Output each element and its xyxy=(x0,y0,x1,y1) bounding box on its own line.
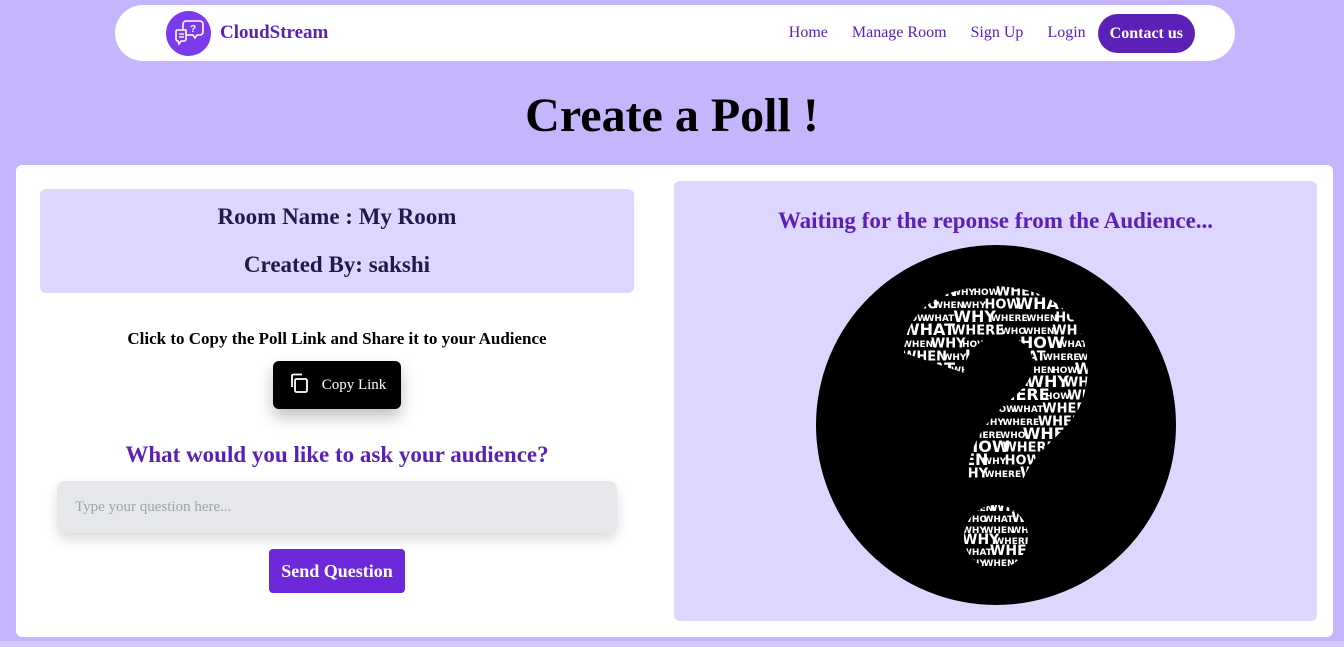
word-cloud-word: WHEN xyxy=(902,340,933,350)
brand-name: CloudStream xyxy=(220,22,329,43)
question-mark-word-cloud-icon: WHENWHYHOWWHEREHOWWHATWHOWHENWHYHOWWHATW… xyxy=(816,245,1176,605)
brand-link[interactable]: ? CloudStream xyxy=(166,10,329,56)
navbar: ? CloudStream Home Manage Room Sign Up L… xyxy=(115,5,1235,61)
word-cloud-word: WHERE xyxy=(991,314,1028,324)
room-creator: Created By: sakshi xyxy=(243,252,431,277)
word-cloud-word: WHAT xyxy=(1013,405,1044,415)
nav-manage-room-link[interactable]: Manage Room xyxy=(852,24,947,42)
svg-text:?: ? xyxy=(189,24,195,35)
word-cloud-word: WHAT xyxy=(1057,340,1088,350)
response-panel: Waiting for the reponse from the Audienc… xyxy=(674,181,1317,621)
word-cloud-word: WHERE xyxy=(984,470,1021,480)
word-cloud-word: WHEN xyxy=(1026,314,1057,324)
copy-link-button[interactable]: Copy Link xyxy=(273,361,401,409)
nav-login-link[interactable]: Login xyxy=(1047,24,1085,42)
poll-card: Room Name : My Room Created By: sakshi C… xyxy=(16,165,1333,637)
question-input[interactable] xyxy=(57,481,617,533)
word-cloud-word: HOW xyxy=(1045,392,1070,402)
copy-link-label: Copy Link xyxy=(321,376,387,393)
word-cloud-word: HOW xyxy=(974,288,999,298)
word-cloud-word: WHY xyxy=(982,457,1006,467)
waiting-text: Waiting for the reponse from the Audienc… xyxy=(777,208,1214,233)
ask-heading: What would you like to ask your audience… xyxy=(125,442,549,467)
contact-us-button[interactable]: Contact us xyxy=(1097,13,1195,53)
nav-sign-up-link[interactable]: Sign Up xyxy=(971,24,1024,42)
page-title: Create a Poll ! xyxy=(525,89,819,142)
send-question-button[interactable]: Send Question xyxy=(269,549,405,593)
nav-links: Home Manage Room Sign Up Login Contact u… xyxy=(789,13,1195,53)
room-name: Room Name : My Room xyxy=(217,204,457,229)
nav-home-link[interactable]: Home xyxy=(789,24,828,42)
chat-question-icon: ? xyxy=(166,10,211,56)
word-cloud-word: WHAT xyxy=(983,515,1014,525)
bottom-strip xyxy=(0,641,1344,647)
copy-instruction: Click to Copy the Poll Link and Share it… xyxy=(127,329,547,348)
copy-icon xyxy=(288,372,310,399)
room-info-panel: Room Name : My Room Created By: sakshi xyxy=(40,189,634,293)
